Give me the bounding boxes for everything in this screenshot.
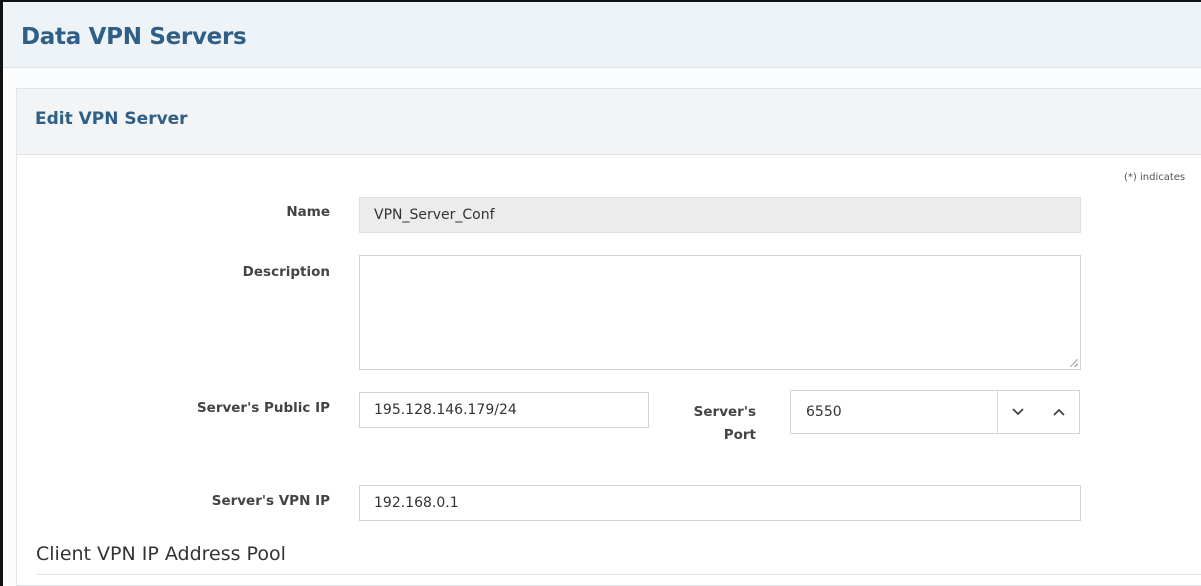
panel-header: Edit VPN Server (17, 89, 1201, 155)
decrement-button[interactable] (998, 391, 1039, 433)
chevron-down-icon (1012, 408, 1024, 416)
panel-title: Edit VPN Server (35, 109, 188, 129)
vpn-ip-field[interactable]: 192.168.0.1 (359, 485, 1081, 521)
page-header: Data VPN Servers (3, 2, 1201, 68)
required-fields-note: (*) indicates (1124, 172, 1186, 183)
port-label-line1: Server's (693, 404, 756, 420)
page-title: Data VPN Servers (21, 24, 247, 50)
port-label-line2: Port (723, 427, 756, 443)
name-field[interactable]: VPN_Server_Conf (359, 197, 1081, 233)
port-value[interactable]: 6550 (806, 391, 842, 433)
client-vpn-pool-heading: Client VPN IP Address Pool (36, 543, 286, 565)
port-stepper-buttons (997, 391, 1079, 433)
chevron-up-icon (1053, 408, 1065, 416)
section-divider (36, 574, 1201, 575)
increment-button[interactable] (1039, 391, 1080, 433)
vpn-ip-label: Server's VPN IP (211, 493, 330, 509)
port-stepper[interactable]: 6550 (790, 390, 1080, 434)
port-label: Server's Port (660, 401, 756, 447)
public-ip-field[interactable]: 195.128.146.179/24 (359, 392, 649, 428)
resize-grip-icon[interactable] (1070, 359, 1078, 367)
description-textarea[interactable] (359, 255, 1081, 370)
name-label: Name (286, 204, 330, 220)
description-label: Description (242, 264, 330, 280)
public-ip-label: Server's Public IP (196, 400, 330, 416)
